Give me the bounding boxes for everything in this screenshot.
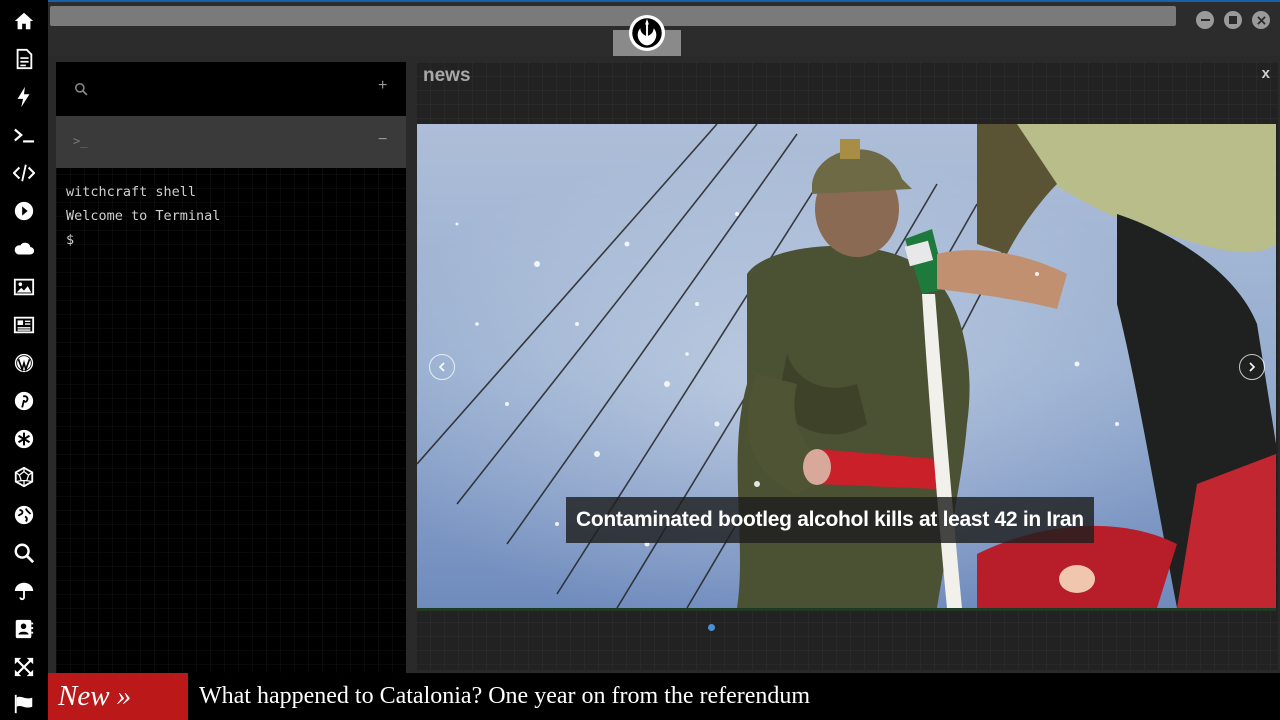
add-button[interactable]: +	[378, 77, 387, 95]
rebel-alliance-logo-icon	[628, 14, 666, 52]
lightning-icon[interactable]	[12, 85, 36, 109]
home-icon[interactable]	[12, 9, 36, 33]
terminal-tab-prompt: >_	[73, 134, 88, 148]
terminal-prompt: $	[66, 232, 75, 248]
terminal-panel: + >_ − witchcraft shell Welcome to Termi…	[56, 62, 406, 674]
expand-icon[interactable]	[12, 655, 36, 679]
pinterest-icon[interactable]	[12, 389, 36, 413]
close-button[interactable]	[1252, 11, 1270, 29]
carousel-prev-button[interactable]	[429, 354, 455, 380]
umbrella-icon[interactable]	[12, 579, 36, 603]
flag-icon[interactable]	[12, 692, 36, 716]
terminal-line: witchcraft shell	[66, 184, 197, 200]
news-title: news	[423, 65, 471, 86]
ticker-headline[interactable]: What happened to Catalonia? One year on …	[199, 673, 810, 720]
terminal-output[interactable]: witchcraft shell Welcome to Terminal $	[66, 180, 220, 252]
chevron-left-icon	[438, 362, 445, 372]
search-input[interactable]	[96, 76, 380, 104]
news-ticker: New » What happened to Catalonia? One ye…	[48, 673, 1280, 720]
terminal-line: Welcome to Terminal	[66, 208, 221, 224]
news-headline[interactable]: Contaminated bootleg alcohol kills at le…	[566, 497, 1094, 543]
globe-icon[interactable]	[12, 503, 36, 527]
top-bar	[48, 0, 1280, 56]
carousel-next-button[interactable]	[1239, 354, 1265, 380]
maximize-button[interactable]	[1224, 11, 1242, 29]
ticker-label: New »	[48, 673, 188, 720]
terminal-icon[interactable]	[12, 123, 36, 147]
carousel-dot[interactable]	[708, 624, 715, 631]
search-row: +	[56, 62, 406, 116]
document-icon[interactable]	[12, 47, 36, 71]
dodecahedron-icon[interactable]	[12, 465, 36, 489]
search-icon	[74, 82, 88, 101]
contact-card-icon[interactable]	[12, 617, 36, 641]
terminal-tab[interactable]: >_ −	[56, 116, 406, 168]
asterisk-icon[interactable]	[12, 427, 36, 451]
news-carousel-image[interactable]: Contaminated bootleg alcohol kills at le…	[417, 124, 1276, 611]
chevron-right-icon	[1249, 362, 1256, 372]
image-icon[interactable]	[12, 275, 36, 299]
news-panel: news x Contaminated bootleg alcohol kill…	[416, 62, 1278, 670]
newspaper-icon[interactable]	[12, 313, 36, 337]
news-close-button[interactable]: x	[1262, 65, 1270, 82]
code-icon[interactable]	[12, 161, 36, 185]
minimize-button[interactable]	[1196, 11, 1214, 29]
wordpress-icon[interactable]	[12, 351, 36, 375]
address-bar[interactable]	[50, 6, 1176, 26]
collapse-button[interactable]: −	[378, 131, 387, 149]
play-icon[interactable]	[12, 199, 36, 223]
sidebar	[0, 0, 48, 720]
search-icon[interactable]	[12, 541, 36, 565]
cloud-icon[interactable]	[12, 237, 36, 261]
